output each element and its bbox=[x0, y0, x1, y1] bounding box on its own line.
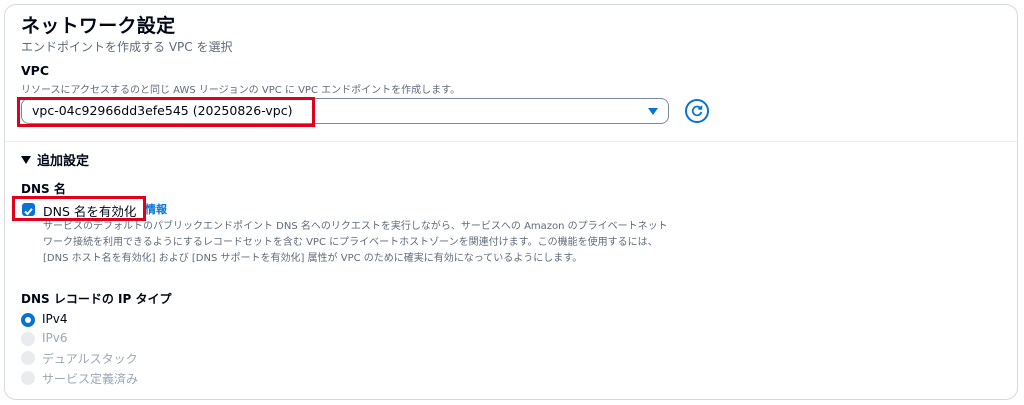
refresh-button[interactable] bbox=[685, 99, 709, 123]
dns-name-label: DNS 名 bbox=[21, 182, 66, 196]
radio-ipv6-label: IPv6 bbox=[42, 331, 68, 345]
radio-ipv6[interactable] bbox=[21, 332, 35, 346]
radio-ipv4-label: IPv4 bbox=[42, 312, 68, 326]
radio-dualstack[interactable] bbox=[21, 351, 35, 365]
info-link[interactable]: 情報 bbox=[145, 201, 167, 217]
radio-ipv4[interactable] bbox=[21, 313, 35, 327]
dns-highlight-box bbox=[12, 196, 146, 221]
caret-down-icon bbox=[21, 155, 31, 164]
enable-dns-description: サービスのデフォルトのパブリックエンドポイント DNS 名へのリクエストを実行し… bbox=[43, 221, 668, 264]
page-title: ネットワーク設定 bbox=[21, 15, 176, 37]
page-subtitle: エンドポイントを作成する VPC を選択 bbox=[21, 40, 233, 54]
section-divider bbox=[5, 141, 1017, 142]
vpc-label: VPC bbox=[21, 63, 50, 78]
additional-settings-toggle[interactable]: 追加設定 bbox=[21, 150, 89, 169]
vpc-description: リソースにアクセスするのと同じ AWS リージョンの VPC に VPC エンド… bbox=[21, 85, 461, 96]
refresh-icon bbox=[691, 105, 703, 117]
ip-type-label: DNS レコードの IP タイプ bbox=[21, 292, 172, 306]
radio-dualstack-label: デュアルスタック bbox=[42, 352, 138, 366]
vpc-highlight-box bbox=[17, 97, 315, 127]
additional-settings-label: 追加設定 bbox=[37, 154, 90, 169]
radio-service-defined-label: サービス定義済み bbox=[42, 372, 139, 386]
radio-service-defined[interactable] bbox=[21, 371, 35, 385]
caret-down-icon bbox=[648, 108, 658, 115]
